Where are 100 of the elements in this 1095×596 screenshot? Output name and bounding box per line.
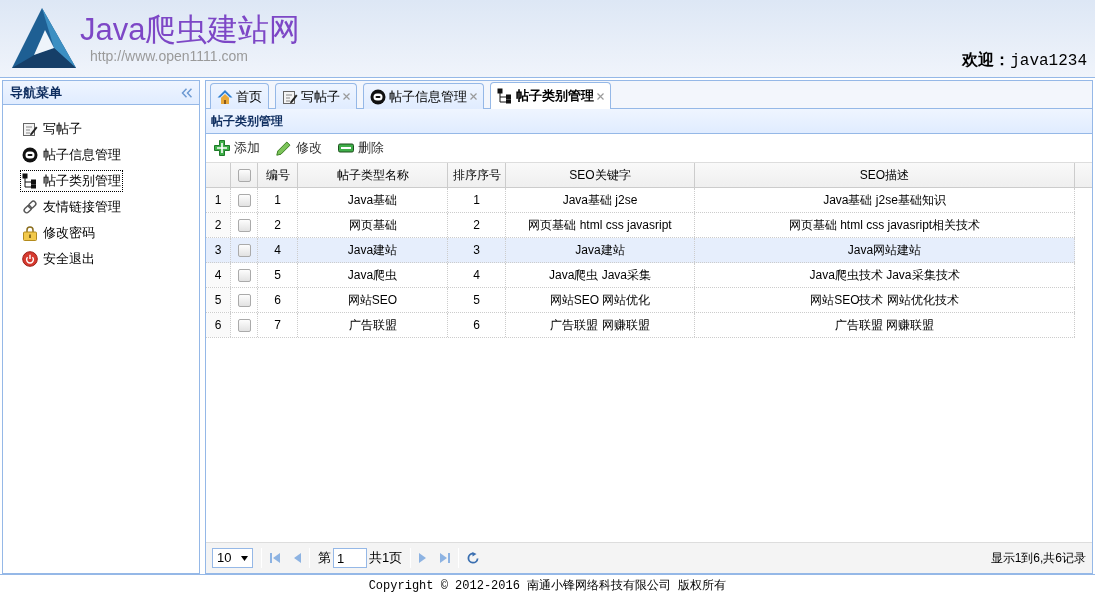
- row-number: 2: [206, 213, 231, 237]
- row-number: 5: [206, 288, 231, 312]
- table-row[interactable]: 5 6 网站SEO 5 网站SEO 网站优化 网站SEO技术 网站优化技术: [206, 288, 1075, 313]
- table-cell: 2: [448, 213, 506, 237]
- close-icon[interactable]: [597, 92, 604, 100]
- first-page-icon[interactable]: [270, 553, 280, 563]
- table-cell: 7: [258, 313, 298, 337]
- sidebar-title: 导航菜单: [10, 83, 62, 102]
- table-cell: 1: [448, 188, 506, 212]
- copyright-text: Copyright © 2012-2016 南通小锋网络科技有限公司 版权所有: [368, 577, 727, 595]
- pencil-icon: [276, 140, 292, 156]
- sidebar-item[interactable]: 友情链接管理: [20, 196, 123, 218]
- table-cell: 广告联盟: [298, 313, 448, 337]
- table-cell: 3: [448, 238, 506, 262]
- hierarchy-icon: [22, 173, 38, 189]
- delete-button[interactable]: 删除: [336, 137, 386, 159]
- notepad-pencil-icon: [282, 88, 298, 105]
- page-input[interactable]: 1: [333, 548, 367, 568]
- table-cell: 5: [258, 263, 298, 287]
- sidebar-item[interactable]: 安全退出: [20, 248, 97, 270]
- add-button[interactable]: 添加: [212, 137, 262, 159]
- table-cell: Java基础: [298, 188, 448, 212]
- table-cell: Java基础 j2se: [506, 188, 695, 212]
- table-cell: Java网站建站: [695, 238, 1075, 262]
- column-header[interactable]: 编号: [258, 163, 298, 187]
- table-cell: 5: [448, 288, 506, 312]
- page-label: 第: [318, 549, 331, 568]
- page-count-label: 共1页: [369, 549, 403, 568]
- site-url: http://www.open1111.com: [90, 48, 249, 64]
- column-header[interactable]: SEO关键字: [506, 163, 695, 187]
- sidebar-item[interactable]: 帖子类别管理: [20, 170, 123, 192]
- sidebar-item[interactable]: 写帖子: [20, 118, 84, 140]
- table-row[interactable]: 3 4 Java建站 3 Java建站 Java网站建站: [206, 238, 1075, 263]
- refresh-icon[interactable]: [467, 552, 480, 564]
- checkbox[interactable]: [237, 293, 251, 307]
- row-number: 4: [206, 263, 231, 287]
- close-icon[interactable]: [343, 93, 350, 100]
- last-page-icon[interactable]: [440, 553, 451, 563]
- page-size-select[interactable]: 10: [212, 548, 253, 568]
- notepad-pencil-icon: [22, 121, 38, 137]
- table-cell: 网站SEO 网站优化: [506, 288, 695, 312]
- row-number: 6: [206, 313, 231, 337]
- checkbox[interactable]: [237, 218, 251, 232]
- hierarchy-icon: [497, 88, 513, 104]
- checkbox[interactable]: [237, 193, 251, 207]
- table-cell: Java基础 j2se基础知识: [695, 188, 1075, 212]
- table-cell: 网页基础 html css javasript: [506, 213, 695, 237]
- power-icon: [22, 251, 38, 267]
- next-page-icon[interactable]: [419, 553, 427, 563]
- minus-icon: [338, 140, 354, 156]
- padlock-icon: [22, 225, 38, 241]
- checkbox[interactable]: [237, 268, 251, 282]
- checkbox[interactable]: [237, 243, 251, 257]
- edit-button[interactable]: 修改: [274, 137, 324, 159]
- dark-circle-icon: [370, 88, 386, 105]
- row-number: 1: [206, 188, 231, 212]
- triangle-logo-icon: [12, 8, 76, 68]
- house-icon: [217, 88, 233, 105]
- table-cell: 广告联盟 网赚联盟: [506, 313, 695, 337]
- checkbox[interactable]: [237, 168, 251, 182]
- sidebar-item[interactable]: 修改密码: [20, 222, 97, 244]
- tab[interactable]: 写帖子: [275, 83, 357, 109]
- table-cell: Java爬虫 Java采集: [506, 263, 695, 287]
- tab[interactable]: 帖子类别管理: [490, 82, 611, 109]
- caret-icon: [241, 555, 248, 561]
- table-cell: 6: [448, 313, 506, 337]
- table-cell: 2: [258, 213, 298, 237]
- record-summary: 显示1到6,共6记录: [990, 550, 1086, 567]
- table-cell: 4: [448, 263, 506, 287]
- double-chevron-icon[interactable]: [181, 87, 192, 98]
- chain-link-icon: [22, 199, 38, 215]
- welcome-label: 欢迎：: [962, 50, 1011, 70]
- table-cell: 广告联盟 网赚联盟: [695, 313, 1075, 337]
- column-header[interactable]: SEO描述: [695, 163, 1075, 187]
- table-cell: 网页基础: [298, 213, 448, 237]
- table-cell: 网站SEO: [298, 288, 448, 312]
- row-number: 3: [206, 238, 231, 262]
- column-header[interactable]: 帖子类型名称: [298, 163, 448, 187]
- table-row[interactable]: 6 7 广告联盟 6 广告联盟 网赚联盟 广告联盟 网赚联盟: [206, 313, 1075, 338]
- column-header[interactable]: 排序序号: [448, 163, 506, 187]
- dark-circle-icon: [22, 147, 38, 163]
- sidebar-item[interactable]: 帖子信息管理: [20, 144, 123, 166]
- table-row[interactable]: 2 2 网页基础 2 网页基础 html css javasript 网页基础 html css javasript相关技术: [206, 213, 1075, 238]
- previous-page-icon[interactable]: [294, 553, 301, 563]
- table-cell: Java爬虫: [298, 263, 448, 287]
- table-row[interactable]: 4 5 Java爬虫 4 Java爬虫 Java采集 Java爬虫技术 Java采集技术: [206, 263, 1075, 288]
- username: java1234: [1010, 51, 1087, 71]
- table-cell: 6: [258, 288, 298, 312]
- checkbox[interactable]: [237, 318, 251, 332]
- table-row[interactable]: 1 1 Java基础 1 Java基础 j2se Java基础 j2se基础知识: [206, 188, 1075, 213]
- tab[interactable]: 帖子信息管理: [363, 83, 484, 109]
- table-cell: 1: [258, 188, 298, 212]
- panel-title: 帖子类别管理: [206, 109, 1092, 134]
- close-icon[interactable]: [470, 93, 477, 100]
- tab[interactable]: 首页: [210, 83, 269, 109]
- table-cell: Java建站: [298, 238, 448, 262]
- table-cell: 4: [258, 238, 298, 262]
- table-cell: 网站SEO技术 网站优化技术: [695, 288, 1075, 312]
- table-cell: 网页基础 html css javasript相关技术: [695, 213, 1075, 237]
- table-cell: Java爬虫技术 Java采集技术: [695, 263, 1075, 287]
